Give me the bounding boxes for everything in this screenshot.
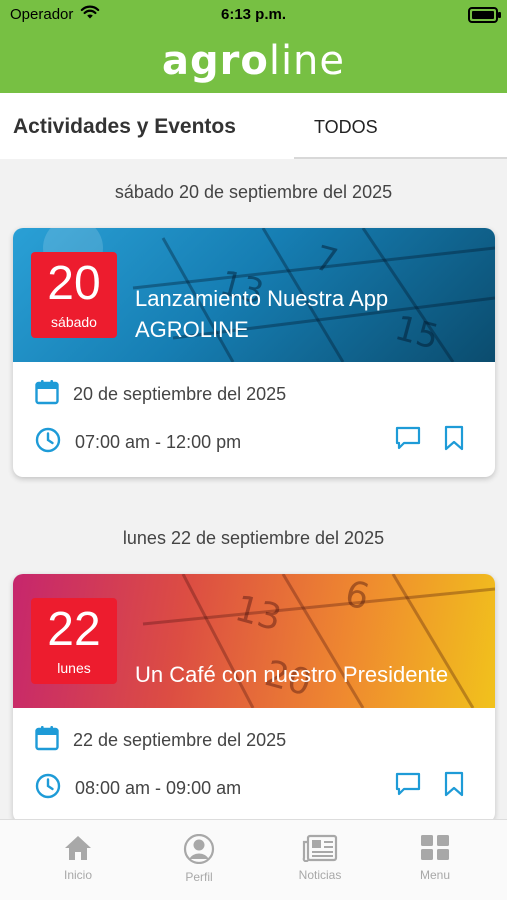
event-banner-image: 13 6 20 22 lunes Un Café con nuestro Pre…: [13, 574, 495, 708]
date-group-heading: sábado 20 de septiembre del 2025: [114, 182, 393, 202]
event-banner-image: 13 7 15 20 sábado Lanzamiento Nuestra Ap…: [13, 228, 495, 362]
comment-icon[interactable]: [395, 771, 421, 802]
clock-icon: [35, 773, 61, 804]
event-title: Lanzamiento Nuestra App AGROLINE: [135, 283, 388, 345]
tab-activities-title: Actividades y Eventos: [13, 115, 236, 138]
comment-icon[interactable]: [395, 425, 421, 456]
tab-underline: [294, 157, 507, 159]
event-card[interactable]: 13 6 20 22 lunes Un Café con nuestro Pre…: [13, 574, 495, 823]
event-title-line: Un Café con nuestro Presidente: [135, 662, 449, 687]
bookmark-icon[interactable]: [443, 425, 465, 456]
event-time-text: 08:00 am - 09:00 am: [75, 778, 242, 798]
tab-label: Perfil: [185, 870, 213, 884]
event-details: 22 de septiembre del 2025 08:00 am - 09:…: [13, 708, 495, 823]
event-date-badge: 22 lunes: [31, 598, 117, 684]
status-time: 6:13 p.m.: [220, 6, 287, 23]
date-group-heading: lunes 22 de septiembre del 2025: [122, 528, 385, 548]
calendar-icon: [35, 379, 59, 410]
tab-noticias[interactable]: Noticias: [280, 834, 360, 882]
calendar-icon: [35, 725, 59, 756]
logo-light-text: line: [268, 38, 346, 84]
grid-icon: [420, 835, 450, 865]
tab-label: Noticias: [298, 868, 342, 882]
event-time-row: 08:00 am - 09:00 am: [35, 773, 241, 804]
event-day-number: 20: [47, 257, 101, 310]
tab-menu[interactable]: Menu: [395, 834, 475, 882]
event-card[interactable]: 13 7 15 20 sábado Lanzamiento Nuestra Ap…: [13, 228, 495, 477]
bottom-tab-bar: Inicio Perfil Noticias Menu: [0, 819, 507, 900]
event-details: 20 de septiembre del 2025 07:00 am - 12:…: [13, 362, 495, 477]
event-time-text: 07:00 am - 12:00 pm: [75, 432, 242, 452]
tab-perfil[interactable]: Perfil: [159, 833, 239, 884]
tab-inicio[interactable]: Inicio: [38, 834, 118, 882]
svg-text:13: 13: [231, 588, 286, 639]
agroline-logo: agroline: [0, 38, 507, 84]
logo-bold-text: agro: [161, 38, 269, 84]
event-day-number: 22: [47, 603, 101, 656]
event-time-row: 07:00 am - 12:00 pm: [35, 427, 241, 458]
svg-text:6: 6: [341, 574, 374, 619]
app-header: Operador 6:13 p.m. agroline: [0, 0, 507, 93]
event-date-badge: 20 sábado: [31, 252, 117, 338]
home-icon: [63, 836, 93, 865]
event-date-text: 20 de septiembre del 2025: [73, 384, 287, 404]
tab-label: Menu: [419, 868, 451, 882]
profile-icon: [183, 833, 215, 867]
newspaper-icon: [302, 834, 338, 865]
section-tabs: Actividades y Eventos TODOS: [0, 93, 507, 159]
event-date-text: 22 de septiembre del 2025: [73, 730, 287, 750]
tab-label: Inicio: [63, 868, 92, 882]
event-title-line: AGROLINE: [135, 317, 249, 342]
event-date-row: 20 de septiembre del 2025: [35, 379, 286, 410]
status-bar: Operador 6:13 p.m.: [0, 0, 507, 30]
event-weekday: lunes: [57, 660, 91, 676]
event-title-line: Lanzamiento Nuestra App: [135, 286, 389, 311]
svg-text:7: 7: [311, 238, 342, 282]
battery-icon: [468, 7, 501, 23]
event-title: Un Café con nuestro Presidente: [135, 659, 448, 690]
bookmark-icon[interactable]: [443, 771, 465, 802]
event-weekday: sábado: [51, 314, 97, 330]
event-date-row: 22 de septiembre del 2025: [35, 725, 286, 756]
svg-text:15: 15: [391, 308, 443, 358]
tab-filter-todos[interactable]: TODOS: [314, 117, 378, 138]
clock-icon: [35, 427, 61, 458]
event-actions: [395, 425, 465, 456]
event-actions: [395, 771, 465, 802]
